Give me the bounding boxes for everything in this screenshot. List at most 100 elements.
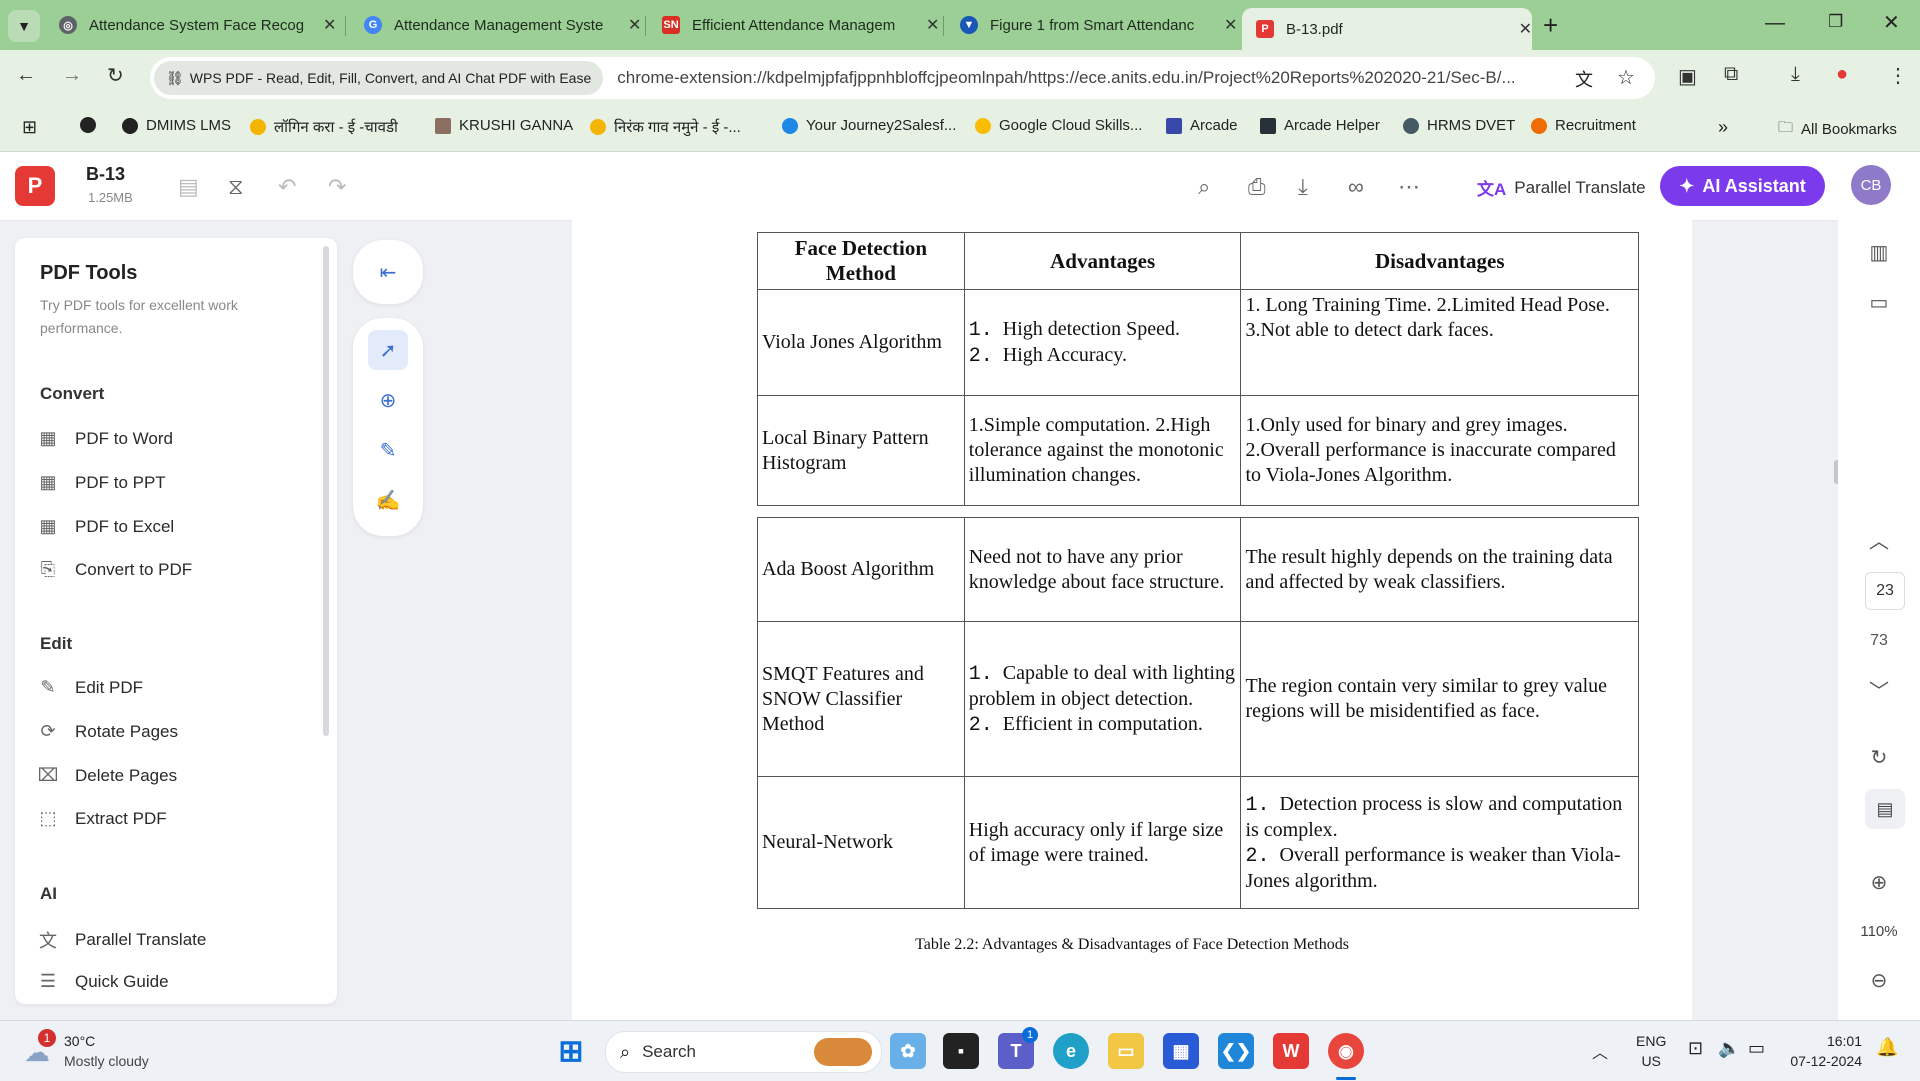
delete-pages-item[interactable]: ⌧ Delete Pages [37,765,177,786]
windows-start-icon[interactable]: ⊞ [553,1033,589,1069]
battery-icon[interactable]: ▭ [1748,1038,1765,1059]
clock-date: 07-12-2024 [1790,1053,1862,1069]
browser-tab[interactable]: ▼ Figure 1 from Smart Attendanc ✕ [946,8,1241,42]
comment-tool-icon[interactable]: ⊕ [368,380,408,420]
omnibox[interactable]: ⛓ WPS PDF - Read, Edit, Fill, Convert, a… [150,57,1655,99]
parallel-translate-button[interactable]: 文A Parallel Translate [1477,175,1646,200]
zoom-out-icon[interactable]: ⊖ [1838,968,1920,993]
extensions-icon[interactable]: ⧉ [1724,63,1738,86]
browser-tab[interactable]: SN Efficient Attendance Managem ✕ [648,8,943,42]
share-icon[interactable]: ∞ [1348,174,1364,200]
translate-icon[interactable]: 文 [1575,66,1593,92]
signature-tool-icon[interactable]: ✍ [368,480,408,520]
refresh-icon[interactable]: ↻ [1838,745,1920,770]
close-icon[interactable]: ✕ [926,15,939,35]
chrome-profile-icon[interactable]: ● [1836,63,1848,86]
comment-icon[interactable]: ▭ [1838,290,1920,315]
redo-icon[interactable]: ↷ [328,174,346,200]
site-chip[interactable]: ⛓ WPS PDF - Read, Edit, Fill, Convert, a… [154,61,604,95]
download-icon[interactable]: ⤓ [1791,63,1800,86]
forward-icon[interactable]: → [62,64,82,87]
panel-scrollbar[interactable] [323,246,329,736]
close-window-icon[interactable]: ✕ [1883,10,1900,35]
select-tool-icon[interactable]: ➚ [368,330,408,370]
store-icon[interactable]: ▦ [1163,1033,1199,1069]
bookmark-item[interactable]: Arcade [1166,117,1238,134]
file-explorer-app-icon[interactable]: ▪ [943,1033,979,1069]
network-icon[interactable]: ⊡ [1688,1038,1703,1059]
pdf-to-ppt-item[interactable]: ▦ PDF to PPT [37,472,165,493]
bookmark-item[interactable]: लॉगिन करा - ई -चावडी [250,117,398,137]
pdf-to-excel-item[interactable]: ▦ PDF to Excel [37,516,174,537]
ai-assistant-button[interactable]: ✦ AI Assistant [1660,166,1825,206]
clock[interactable]: 16:01 07-12-2024 [1782,1031,1862,1071]
minimize-icon[interactable]: — [1765,12,1785,35]
page-view-icon[interactable]: ▤ [1865,789,1905,829]
more-icon[interactable]: ⋯ [1398,174,1420,200]
more-bookmarks-icon[interactable]: » [1718,117,1728,138]
bookmark-item[interactable]: Recruitment [1531,117,1636,134]
close-icon[interactable]: ✕ [628,15,641,35]
restore-icon[interactable]: ❐ [1828,12,1843,32]
method-cell: Viola Jones Algorithm [757,289,965,396]
rotate-pages-item[interactable]: ⟳ Rotate Pages [37,721,178,742]
collapse-panel-icon[interactable]: ⇤ [368,252,408,292]
url-text[interactable]: chrome-extension://kdpelmjpfafjppnhbloff… [617,68,1567,88]
page-up-icon[interactable]: ︿ [1838,525,1920,554]
volume-icon[interactable]: 🔈 [1718,1038,1740,1059]
close-icon[interactable]: ✕ [1224,15,1237,35]
close-icon[interactable]: ✕ [1519,19,1532,39]
reload-icon[interactable]: ↻ [107,63,124,88]
thumbnail-icon[interactable]: ▥ [1838,240,1920,265]
bookmark-item[interactable]: निरंक गाव नमुने - ई -... [590,117,741,137]
taskbar-search[interactable]: ⌕ Search [605,1031,882,1073]
close-icon[interactable]: ✕ [323,15,336,35]
bookmark-item[interactable] [80,117,104,133]
highlight-tool-icon[interactable]: ✎ [368,430,408,470]
bookmark-item[interactable]: Your Journey2Salesf... [782,117,956,134]
pdf-to-word-item[interactable]: ▦ PDF to Word [37,428,172,449]
new-tab-button[interactable]: + [1543,10,1558,41]
vscode-icon[interactable]: ❮❯ [1218,1033,1254,1069]
back-icon[interactable]: ← [16,64,36,87]
weather-widget[interactable]: ☁ 1 30°C Mostly cloudy [20,1029,210,1071]
extract-pdf-item[interactable]: ⬚ Extract PDF [37,808,166,829]
copilot-icon[interactable]: ✿ [890,1033,926,1069]
zoom-in-icon[interactable]: ⊕ [1838,870,1920,895]
page-down-icon[interactable]: ﹀ [1838,675,1920,704]
bookmark-item[interactable]: HRMS DVET [1403,117,1515,134]
bookmark-item[interactable]: Google Cloud Skills... [975,117,1142,134]
history-icon[interactable]: ⧖ [228,174,243,200]
profile-extension-icon[interactable]: ▣ [1678,64,1697,89]
convert-to-pdf-item[interactable]: ⎘ Convert to PDF [37,559,192,580]
bookmark-item[interactable]: KRUSHI GANNA [435,117,573,134]
chevron-up-icon[interactable]: ︿ [1592,1039,1608,1063]
notification-bell-icon[interactable]: 🔔 [1876,1037,1898,1058]
folder-icon[interactable]: ▭ [1108,1033,1144,1069]
current-page[interactable]: 23 [1865,572,1905,610]
browser-tab[interactable]: ◎ Attendance System Face Recog ✕ [45,8,340,42]
chrome-icon[interactable]: ◉ [1328,1033,1364,1069]
browser-tab[interactable]: G Attendance Management Syste ✕ [350,8,645,42]
menu-icon[interactable]: ⋮ [1888,63,1908,88]
apps-icon[interactable]: ⊞ [22,117,37,138]
search-icon[interactable]: ⌕ [1198,174,1210,200]
all-bookmarks[interactable]: 🗀 All Bookmarks [1778,117,1897,142]
print-icon[interactable]: ⎙ [1248,174,1266,200]
save-icon[interactable]: ▤ [178,174,199,200]
tab-search-button[interactable]: ▼ [8,10,40,42]
avatar[interactable]: CB [1851,165,1891,205]
bookmark-item[interactable]: Arcade Helper [1260,117,1380,134]
download-icon[interactable]: ⤓ [1298,174,1308,200]
edge-icon[interactable]: e [1053,1033,1089,1069]
star-icon[interactable]: ☆ [1617,65,1635,90]
undo-icon[interactable]: ↶ [278,174,296,200]
parallel-translate-item[interactable]: 文 Parallel Translate [37,927,206,953]
edit-pdf-item[interactable]: ✎ Edit PDF [37,677,143,698]
quick-guide-item[interactable]: ☰ Quick Guide [37,971,169,992]
bookmark-item[interactable]: DMIMS LMS [122,117,231,134]
language-indicator[interactable]: ENG US [1636,1031,1666,1071]
zoom-level[interactable]: 110% [1838,923,1920,940]
browser-tab-active[interactable]: P B-13.pdf ✕ [1242,8,1532,50]
wps-office-icon[interactable]: W [1273,1033,1309,1069]
